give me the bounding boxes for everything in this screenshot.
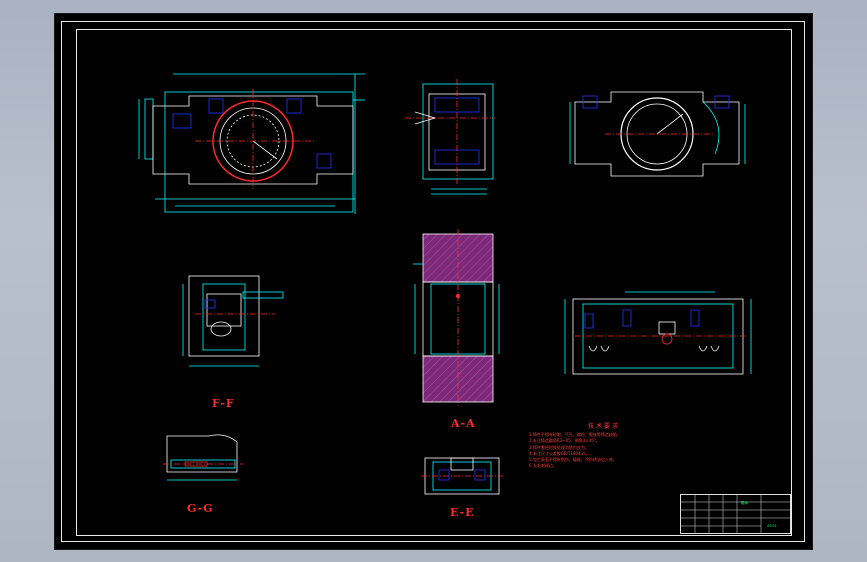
note-line: 6.去毛刺锐边。: [529, 463, 557, 469]
section-e-view: [421, 457, 503, 495]
section-label-a: A-A: [451, 417, 476, 430]
main-plan-view: [138, 73, 365, 214]
section-label-e: E-E: [450, 506, 475, 519]
section-a-view: [413, 229, 500, 406]
cad-drawing-canvas: [138, 73, 791, 534]
section-f-view: [182, 275, 284, 367]
side-elevation-view: [405, 79, 495, 195]
bottom-plan-view: [569, 91, 746, 177]
drawing-number: XT-01: [767, 524, 777, 528]
section-label-g: G-G: [187, 502, 214, 515]
section-g-view: [163, 434, 243, 481]
part-name: 箱体: [741, 501, 748, 505]
technical-notes: 技术要求 1.铸件不得有砂眼、气孔、缩松、裂纹等铸造缺陷。 2.未注铸造圆角R3…: [529, 423, 679, 469]
title-block: 箱体 XT-01: [680, 494, 791, 534]
section-label-f: F-F: [212, 397, 235, 410]
front-elevation-view: [564, 291, 752, 375]
drawing-sheet: F-F A-A G-G E-E 技术要求 1.铸件不得有砂眼、气孔、缩松、裂纹等…: [55, 14, 812, 549]
notes-title: 技术要求: [587, 423, 620, 430]
